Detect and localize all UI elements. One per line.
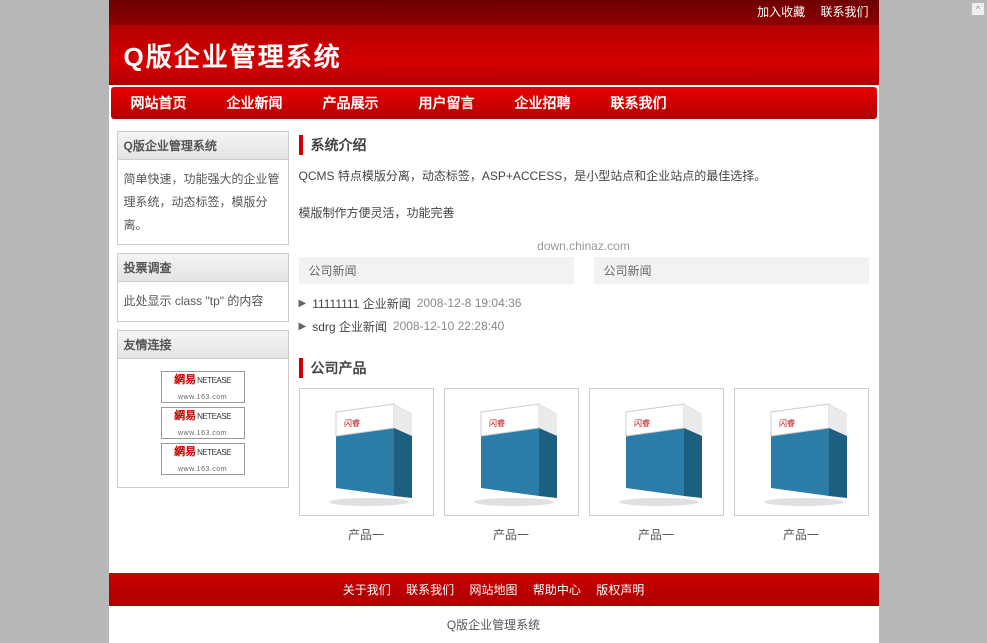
sidebar-poll-body: 此处显示 class "tp" 的内容: [118, 282, 288, 321]
nav-guestbook[interactable]: 用户留言: [419, 93, 475, 113]
product-card[interactable]: 闪睿 产品一: [589, 388, 724, 543]
friend-link-domain: www.163.com: [178, 427, 227, 440]
product-name: 产品一: [444, 526, 579, 543]
bullet-icon: ▶: [299, 321, 307, 332]
nav-news[interactable]: 企业新闻: [227, 93, 283, 113]
product-name: 产品一: [589, 526, 724, 543]
news-title: sdrg 企业新闻: [312, 318, 387, 335]
sidebar: Q版企业管理系统 简单快速，功能强大的企业管理系统，动态标签，模版分离。 投票调…: [109, 131, 294, 543]
footer-sitemap[interactable]: 网站地图: [469, 583, 517, 597]
news-item[interactable]: ▶ 11111111 企业新闻 2008-12-8 19:04:36: [299, 292, 574, 315]
svg-text:闪睿: 闪睿: [634, 419, 650, 428]
news-item[interactable]: ▶ sdrg 企业新闻 2008-12-10 22:28:40: [299, 315, 574, 338]
news-tab-right: 公司新闻: [594, 257, 869, 354]
friend-link-domain: www.163.com: [178, 463, 227, 476]
news-tabs: 公司新闻 ▶ 11111111 企业新闻 2008-12-8 19:04:36 …: [299, 257, 869, 354]
news-tab-left-header[interactable]: 公司新闻: [299, 257, 574, 284]
software-box-icon: 闪睿: [314, 396, 419, 508]
footer-contact[interactable]: 联系我们: [406, 583, 454, 597]
product-grid: 闪睿 产品一 闪睿: [299, 388, 869, 543]
site-title: Q版企业管理系统: [124, 37, 342, 74]
footer-copy: Q版企业管理系统: [109, 606, 879, 643]
software-box-icon: 闪睿: [749, 396, 854, 508]
friend-link-en: NETEASE: [197, 412, 231, 421]
product-card[interactable]: 闪睿 产品一: [734, 388, 869, 543]
friend-link-cn: 網易: [174, 446, 196, 458]
product-image: 闪睿: [444, 388, 579, 516]
bullet-icon: ▶: [299, 298, 307, 309]
sidebar-intro-title: Q版企业管理系统: [118, 132, 288, 160]
watermark-text: down.chinaz.com: [299, 239, 869, 253]
news-timestamp: 2008-12-8 19:04:36: [417, 296, 522, 310]
nav-products[interactable]: 产品展示: [323, 93, 379, 113]
footer-copyright[interactable]: 版权声明: [596, 583, 644, 597]
page-wrap: 加入收藏 联系我们 Q版企业管理系统 网站首页 企业新闻 产品展示 用户留言 企…: [109, 0, 879, 643]
footer-about[interactable]: 关于我们: [343, 583, 391, 597]
topbar-contact[interactable]: 联系我们: [820, 5, 868, 19]
product-card[interactable]: 闪睿 产品一: [299, 388, 434, 543]
nav-jobs[interactable]: 企业招聘: [515, 93, 571, 113]
sidebar-links-title: 友情连接: [118, 331, 288, 359]
sidebar-intro-body: 简单快速，功能强大的企业管理系统，动态标签，模版分离。: [118, 160, 288, 244]
sidebar-poll-panel: 投票调查 此处显示 class "tp" 的内容: [117, 253, 289, 322]
friend-link-en: NETEASE: [197, 376, 231, 385]
news-timestamp: 2008-12-10 22:28:40: [393, 319, 504, 333]
product-image: 闪睿: [299, 388, 434, 516]
news-list: ▶ 11111111 企业新闻 2008-12-8 19:04:36 ▶ sdr…: [299, 284, 574, 354]
topbar: 加入收藏 联系我们: [109, 0, 879, 25]
news-tab-right-header[interactable]: 公司新闻: [594, 257, 869, 284]
product-name: 产品一: [734, 526, 869, 543]
friend-link-domain: www.163.com: [178, 391, 227, 404]
topbar-favorite[interactable]: 加入收藏: [757, 5, 805, 19]
sidebar-poll-title: 投票调查: [118, 254, 288, 282]
intro-text: QCMS 特点模版分离，动态标签，ASP+ACCESS，是小型站点和企业站点的最…: [299, 165, 869, 225]
product-card[interactable]: 闪睿 产品一: [444, 388, 579, 543]
friend-link-cn: 網易: [174, 374, 196, 386]
intro-p2: 模版制作方便灵活，功能完善: [299, 202, 869, 225]
product-image: 闪睿: [734, 388, 869, 516]
products-heading: 公司产品: [299, 358, 869, 378]
scroll-top[interactable]: ^: [971, 2, 985, 16]
friend-link-en: NETEASE: [197, 448, 231, 457]
footer-nav: 关于我们 联系我们 网站地图 帮助中心 版权声明: [109, 573, 879, 606]
main-nav: 网站首页 企业新闻 产品展示 用户留言 企业招聘 联系我们: [111, 87, 877, 119]
content-body: Q版企业管理系统 简单快速，功能强大的企业管理系统，动态标签，模版分离。 投票调…: [109, 121, 879, 553]
svg-text:闪睿: 闪睿: [779, 419, 795, 428]
friend-link-cn: 網易: [174, 410, 196, 422]
sidebar-links-panel: 友情连接 網易NETEASE www.163.com 網易NETEASE www…: [117, 330, 289, 488]
news-list-right: [594, 284, 869, 308]
svg-text:闪睿: 闪睿: [344, 419, 360, 428]
main: 系统介绍 QCMS 特点模版分离，动态标签，ASP+ACCESS，是小型站点和企…: [294, 131, 879, 543]
product-name: 产品一: [299, 526, 434, 543]
news-tab-left: 公司新闻 ▶ 11111111 企业新闻 2008-12-8 19:04:36 …: [299, 257, 574, 354]
friend-link[interactable]: 網易NETEASE www.163.com: [161, 407, 245, 439]
software-box-icon: 闪睿: [459, 396, 564, 508]
header: Q版企业管理系统: [109, 25, 879, 85]
friend-link[interactable]: 網易NETEASE www.163.com: [161, 443, 245, 475]
friend-link[interactable]: 網易NETEASE www.163.com: [161, 371, 245, 403]
software-box-icon: 闪睿: [604, 396, 709, 508]
news-title: 11111111 企业新闻: [312, 295, 411, 312]
sidebar-intro-panel: Q版企业管理系统 简单快速，功能强大的企业管理系统，动态标签，模版分离。: [117, 131, 289, 245]
product-image: 闪睿: [589, 388, 724, 516]
nav-home[interactable]: 网站首页: [131, 93, 187, 113]
nav-contact[interactable]: 联系我们: [611, 93, 667, 113]
intro-heading: 系统介绍: [299, 135, 869, 155]
intro-p1: QCMS 特点模版分离，动态标签，ASP+ACCESS，是小型站点和企业站点的最…: [299, 165, 869, 188]
svg-text:闪睿: 闪睿: [489, 419, 505, 428]
sidebar-links-body: 網易NETEASE www.163.com 網易NETEASE www.163.…: [118, 359, 288, 487]
footer-help[interactable]: 帮助中心: [533, 583, 581, 597]
